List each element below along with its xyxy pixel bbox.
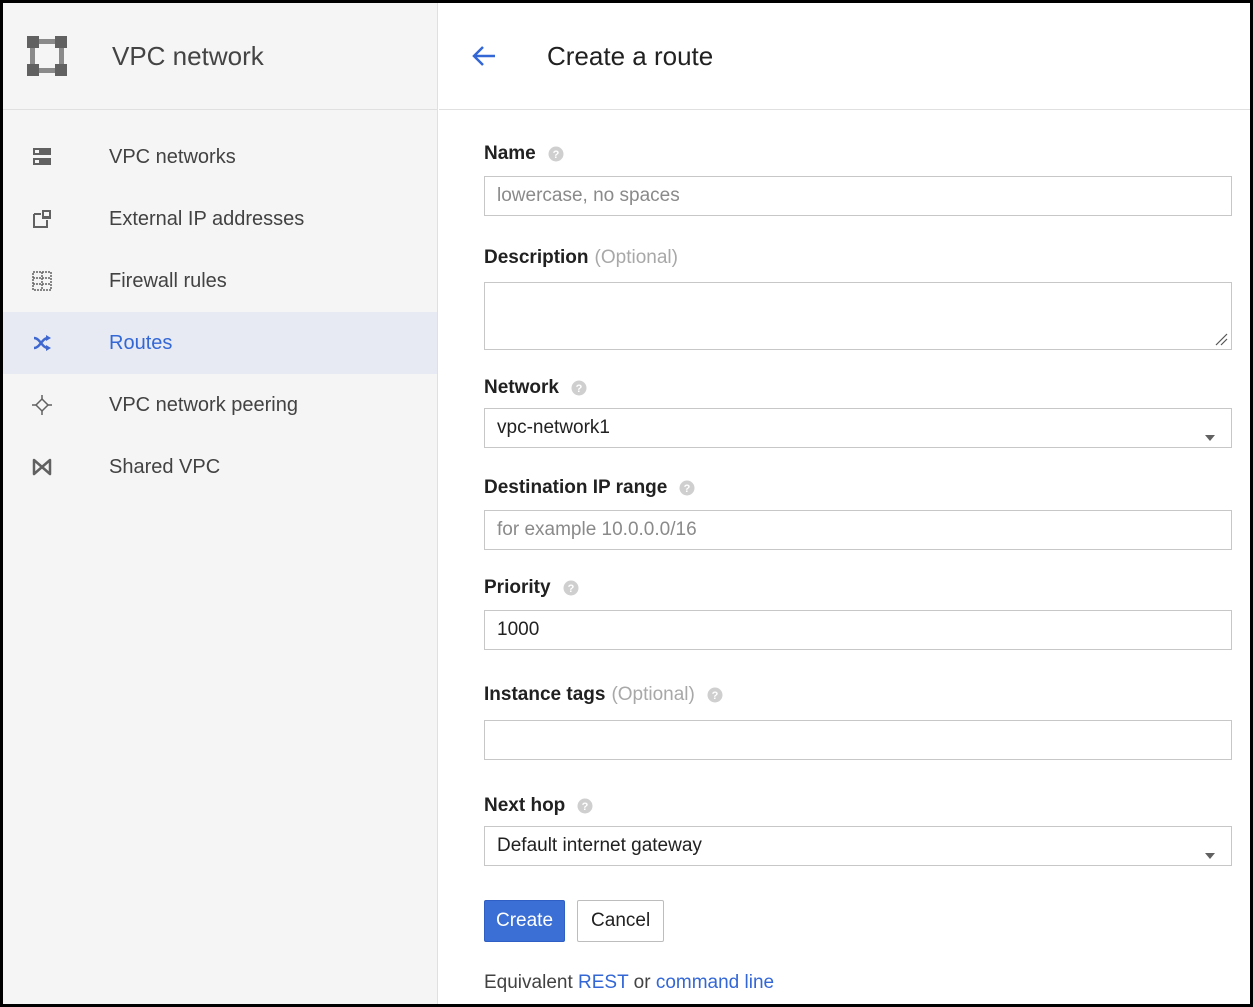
description-textarea[interactable] [484, 282, 1232, 350]
instance-tags-label: Instance tags (Optional) ? [484, 684, 1228, 706]
chevron-down-icon [1205, 843, 1215, 859]
sidebar-item-label: Routes [109, 331, 173, 354]
sidebar-item-vpc-peering[interactable]: VPC network peering [3, 374, 437, 436]
help-icon[interactable]: ? [563, 580, 579, 596]
form-actions: Create Cancel [484, 900, 1228, 942]
next-hop-label-text: Next hop [484, 795, 566, 816]
destination-label-text: Destination IP range [484, 477, 668, 498]
product-title: VPC network [112, 40, 264, 71]
vpc-networks-icon [31, 146, 53, 168]
name-label-text: Name [484, 143, 536, 164]
name-input[interactable] [484, 176, 1232, 216]
help-icon[interactable]: ? [707, 687, 723, 703]
destination-label: Destination IP range ? [484, 477, 1228, 499]
equivalent-links: Equivalent REST or command line [484, 972, 1228, 994]
svg-text:?: ? [711, 690, 718, 702]
cancel-button[interactable]: Cancel [577, 900, 665, 942]
svg-text:?: ? [582, 801, 589, 813]
vpc-network-icon [27, 36, 67, 76]
svg-text:?: ? [576, 383, 583, 395]
routes-icon [31, 332, 53, 354]
svg-text:?: ? [684, 483, 691, 495]
resize-handle-icon[interactable] [1214, 332, 1228, 346]
sidebar-item-external-ip[interactable]: External IP addresses [3, 188, 437, 250]
sidebar-nav: VPC networks External IP addresses Firew… [3, 110, 437, 498]
sidebar-item-label: Firewall rules [109, 269, 227, 292]
network-label: Network ? [484, 377, 1228, 399]
command-line-link[interactable]: command line [656, 972, 774, 993]
description-label: Description (Optional) [484, 247, 1228, 269]
description-field-wrapper [484, 282, 1232, 350]
svg-text:?: ? [567, 583, 574, 595]
create-route-form: Name ? Description (Optional) Network [439, 143, 1250, 994]
sidebar: VPC network VPC networks External IP add… [3, 3, 438, 1004]
sidebar-item-label: Shared VPC [109, 455, 221, 478]
sidebar-item-shared-vpc[interactable]: Shared VPC [3, 436, 437, 498]
network-select[interactable]: vpc-network1 [484, 408, 1232, 448]
priority-label: Priority ? [484, 577, 1228, 599]
sidebar-item-label: VPC network peering [109, 393, 298, 416]
app-window: VPC network VPC networks External IP add… [0, 0, 1253, 1007]
help-icon[interactable]: ? [571, 380, 587, 396]
next-hop-label: Next hop ? [484, 795, 1228, 817]
help-icon[interactable]: ? [679, 480, 695, 496]
name-label: Name ? [484, 143, 1228, 165]
sidebar-item-routes[interactable]: Routes [3, 312, 437, 374]
network-select-value: vpc-network1 [497, 417, 610, 438]
description-label-text: Description [484, 247, 589, 268]
sidebar-header: VPC network [3, 3, 437, 110]
priority-label-text: Priority [484, 577, 551, 598]
optional-hint: (Optional) [611, 684, 695, 705]
help-icon[interactable]: ? [548, 146, 564, 162]
help-icon[interactable]: ? [577, 798, 593, 814]
sidebar-item-label: VPC networks [109, 145, 236, 168]
or-text: or [633, 972, 651, 993]
destination-ip-input[interactable] [484, 510, 1232, 550]
sidebar-item-vpc-networks[interactable]: VPC networks [3, 126, 437, 188]
optional-hint: (Optional) [594, 247, 678, 268]
back-arrow-icon[interactable] [471, 42, 499, 70]
next-hop-select[interactable]: Default internet gateway [484, 826, 1232, 866]
sidebar-item-firewall-rules[interactable]: Firewall rules [3, 250, 437, 312]
external-ip-icon [31, 208, 53, 230]
next-hop-select-value: Default internet gateway [497, 835, 702, 856]
peering-icon [31, 394, 53, 416]
equivalent-prefix: Equivalent [484, 972, 573, 993]
page-title: Create a route [547, 40, 714, 71]
instance-tags-label-text: Instance tags [484, 684, 606, 705]
svg-text:?: ? [552, 149, 559, 161]
create-button[interactable]: Create [484, 900, 566, 942]
rest-link[interactable]: REST [578, 972, 628, 993]
sidebar-item-label: External IP addresses [109, 207, 305, 230]
firewall-icon [31, 270, 53, 292]
network-label-text: Network [484, 377, 559, 398]
page-header: Create a route [439, 3, 1250, 110]
chevron-down-icon [1205, 425, 1215, 441]
shared-vpc-icon [31, 456, 53, 478]
main-panel: Create a route Name ? Description (Optio… [439, 3, 1250, 1004]
priority-input[interactable] [484, 610, 1232, 650]
instance-tags-input[interactable] [484, 720, 1232, 760]
